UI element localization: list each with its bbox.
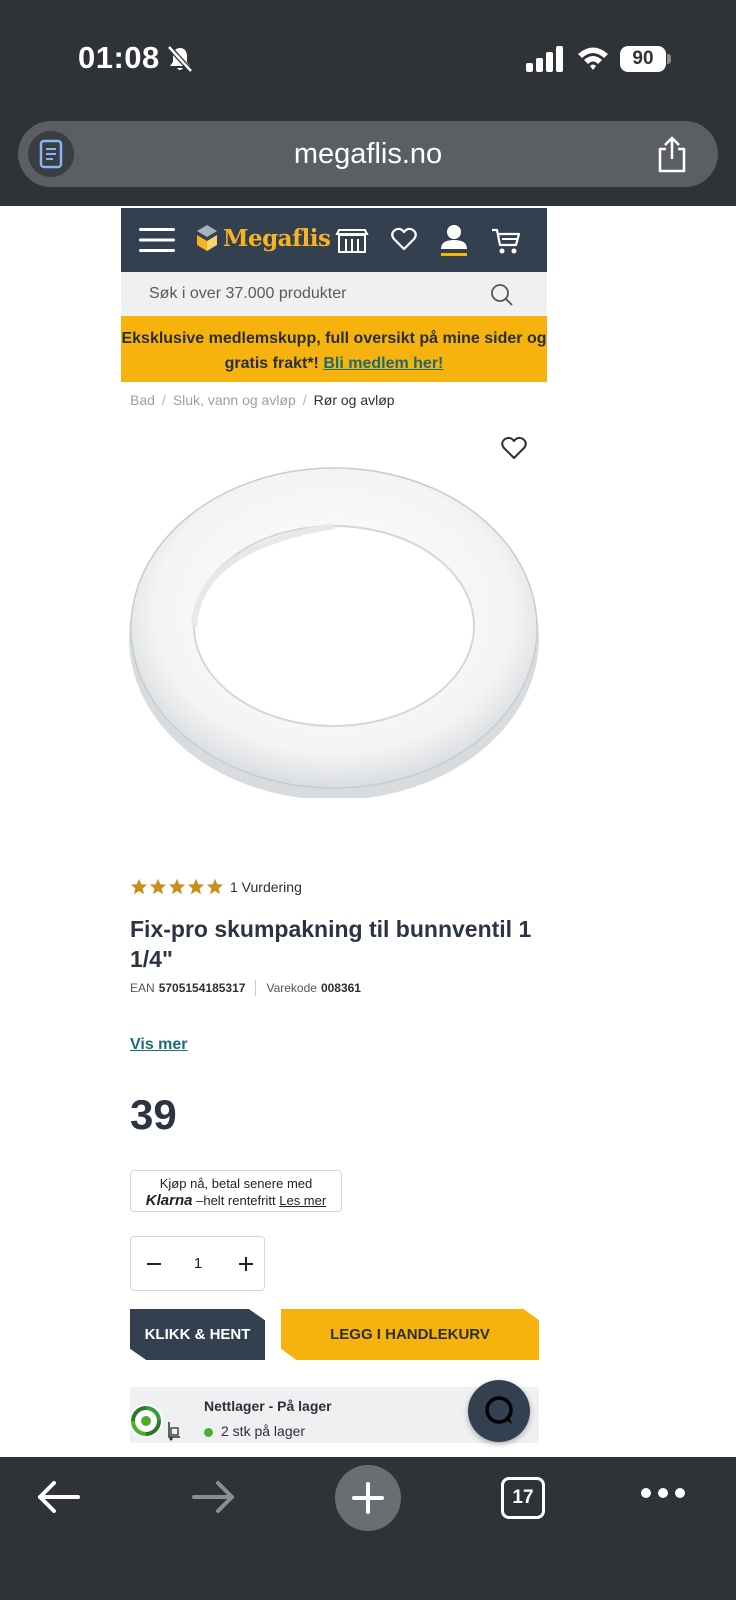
wifi-icon — [578, 47, 608, 70]
item-code-value: 008361 — [320, 981, 361, 995]
share-icon[interactable] — [654, 135, 690, 175]
star-icon — [206, 878, 224, 895]
status-time: 01:08 — [78, 40, 160, 75]
star-icon — [149, 878, 167, 895]
back-arrow-icon[interactable] — [36, 1479, 80, 1515]
megaflis-logo-icon[interactable] — [195, 223, 219, 253]
product-gallery — [121, 418, 547, 874]
breadcrumb-item-sluk[interactable]: Sluk, vann og avløp — [173, 392, 296, 408]
minus-icon[interactable] — [141, 1251, 167, 1277]
reader-mode-button[interactable] — [28, 131, 74, 177]
shopping-cart-icon[interactable] — [491, 227, 521, 255]
store-icon[interactable] — [335, 228, 369, 254]
show-more-link[interactable]: Vis mer — [130, 1036, 188, 1054]
site-search — [121, 272, 547, 316]
site-logo[interactable]: Megaflis — [223, 225, 331, 252]
klarna-line2: –helt rentefritt — [196, 1193, 276, 1208]
browser-toolbar: 17 — [0, 1457, 736, 1600]
forward-arrow-icon[interactable] — [192, 1479, 236, 1515]
web-page: Megaflis Eksklusive me — [121, 208, 547, 1443]
favorites-heart-icon[interactable] — [391, 227, 417, 251]
klarna-read-more-link[interactable]: Les mer — [279, 1193, 326, 1208]
cell-signal-icon — [526, 46, 563, 72]
star-icon — [187, 878, 205, 895]
breadcrumb: Bad / Sluk, vann og avløp / Rør og avløp — [121, 382, 547, 418]
search-icon[interactable] — [490, 283, 514, 307]
in-stock-dot-icon — [204, 1428, 213, 1437]
stock-count: 2 stk på lager — [221, 1423, 306, 1439]
site-header: Megaflis — [121, 208, 547, 272]
add-to-cart-button[interactable]: LEGG I HANDLEKURV — [281, 1309, 539, 1360]
url-text[interactable]: megaflis.no — [18, 121, 718, 187]
klarna-logo: Klarna — [145, 1192, 193, 1209]
promo-mark: *! — [307, 355, 319, 372]
klarna-line1: Kjøp nå, betal senere med — [159, 1176, 313, 1191]
purchase-buttons: KLIKK & HENT LEGG I HANDLEKURV — [121, 1309, 547, 1361]
quantity-input[interactable] — [176, 1237, 220, 1290]
breadcrumb-item-current: Rør og avløp — [313, 392, 395, 408]
more-options-icon[interactable] — [640, 1487, 686, 1499]
warehouse-logo-icon — [129, 1404, 163, 1438]
new-tab-button[interactable] — [335, 1465, 401, 1531]
bell-muted-icon — [167, 45, 193, 73]
member-promo-banner: Eksklusive medlemskupp, full oversikt på… — [121, 316, 547, 382]
stock-location-title: Nettlager - På lager — [204, 1398, 332, 1414]
trolley-icon — [168, 1422, 180, 1441]
product-title: Fix-pro skumpakning til bunnventil 1 1/4… — [130, 916, 532, 972]
address-bar[interactable]: megaflis.no — [18, 121, 718, 187]
battery-level: 90 — [620, 46, 666, 72]
ean-label: EAN — [130, 981, 155, 995]
klarna-banner[interactable]: Kjøp nå, betal senere med Klarna –helt r… — [130, 1170, 342, 1212]
star-icon — [130, 878, 148, 895]
klarna-line2-row: Klarna –helt rentefritt Les mer — [131, 1192, 341, 1209]
search-input[interactable] — [149, 272, 489, 316]
become-member-link[interactable]: Bli medlem her! — [323, 355, 443, 372]
chat-button[interactable] — [468, 1380, 530, 1442]
tab-switcher-button[interactable]: 17 — [501, 1477, 545, 1519]
rating-stars — [130, 878, 224, 896]
document-icon — [39, 139, 63, 169]
star-icon — [168, 878, 186, 895]
chat-bubble-icon — [485, 1396, 513, 1424]
product-codes: EAN 5705154185317 Varekode 008361 — [121, 974, 547, 996]
product-rating[interactable]: 1 Vurdering — [121, 874, 547, 900]
product-price: 39 — [130, 1091, 177, 1138]
wishlist-heart-icon[interactable] — [501, 436, 527, 460]
breadcrumb-separator: / — [302, 392, 307, 408]
hamburger-menu-icon[interactable] — [139, 227, 175, 253]
rating-count[interactable]: 1 Vurdering — [230, 879, 302, 895]
breadcrumb-item-bad[interactable]: Bad — [130, 392, 155, 408]
click-and-collect-button[interactable]: KLIKK & HENT — [130, 1309, 265, 1360]
plus-icon — [352, 1482, 384, 1514]
product-image-gasket[interactable] — [129, 458, 539, 798]
battery-tip — [667, 54, 671, 64]
user-account-icon[interactable] — [439, 223, 469, 257]
codes-divider — [255, 980, 257, 996]
breadcrumb-separator: / — [161, 392, 166, 408]
browser-top-chrome: 01:08 90 megaflis.no — [0, 0, 736, 206]
item-code-label: Varekode — [266, 981, 317, 995]
quantity-stepper — [130, 1236, 265, 1291]
battery-indicator: 90 — [620, 46, 671, 72]
plus-icon[interactable] — [233, 1251, 259, 1277]
ean-value: 5705154185317 — [158, 981, 246, 995]
